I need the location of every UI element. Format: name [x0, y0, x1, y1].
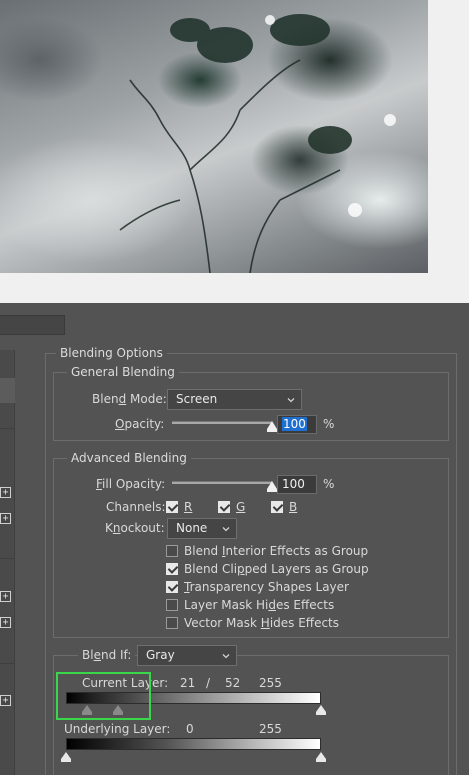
blend-if-label: Blend If: [78, 648, 136, 662]
advanced-option-checkbox[interactable] [166, 599, 178, 611]
add-effect-plus-icon[interactable]: + [0, 513, 11, 524]
blending-options-title: Blending Options [56, 346, 167, 360]
knockout-value: None [176, 521, 208, 535]
advanced-blending-title: Advanced Blending [67, 451, 191, 465]
add-effect-plus-icon[interactable]: + [0, 591, 11, 602]
chevron-down-icon [222, 527, 230, 532]
styles-list-divider [0, 558, 15, 559]
underlying-layer-gradient [66, 738, 321, 750]
advanced-option-label: Blend Interior Effects as Group [184, 544, 369, 558]
channel-g-label: G [236, 500, 246, 514]
opacity-label: Opacity: [115, 417, 165, 431]
underlying-layer-white-slider[interactable] [316, 752, 326, 762]
knockout-label: Knockout: [105, 521, 165, 535]
advanced-option-label: Layer Mask Hides Effects [184, 598, 335, 612]
fill-opacity-slider-track[interactable] [172, 481, 272, 484]
channels-label: Channels: [106, 500, 166, 514]
advanced-option-checkbox[interactable] [166, 581, 178, 593]
style-name-field[interactable] [0, 315, 65, 335]
knockout-dropdown[interactable]: None [167, 518, 237, 539]
styles-list-divider [0, 428, 15, 429]
channel-b-checkbox[interactable] [271, 501, 283, 513]
fill-opacity-slider-thumb[interactable] [267, 481, 277, 492]
blend-mode-dropdown[interactable]: Screen [167, 389, 302, 410]
fill-opacity-unit: % [323, 477, 335, 491]
underlying-layer-label: Underlying Layer: [64, 722, 171, 736]
add-effect-plus-icon[interactable]: + [0, 695, 11, 706]
underlying-layer-high-value: 255 [259, 722, 282, 736]
add-effect-plus-icon[interactable]: + [0, 617, 11, 628]
opacity-slider-thumb[interactable] [267, 421, 277, 432]
channel-b-label: B [289, 500, 298, 514]
blend-if-dropdown[interactable]: Gray [137, 645, 237, 666]
fill-opacity-label: Fill Opacity: [96, 477, 166, 491]
blend-mode-value: Screen [176, 392, 218, 406]
current-layer-white-slider[interactable] [316, 705, 326, 715]
chevron-down-icon [222, 654, 230, 659]
highlight-box [56, 672, 151, 720]
channel-r-checkbox[interactable] [166, 501, 178, 513]
advanced-option-checkbox[interactable] [166, 617, 178, 629]
channel-g-checkbox[interactable] [218, 501, 230, 513]
styles-list [0, 350, 15, 775]
blend-if-value: Gray [146, 648, 175, 662]
advanced-option-label: Vector Mask Hides Effects [184, 616, 339, 630]
styles-list-divider [0, 663, 15, 664]
document-image [0, 0, 428, 273]
current-layer-low-value: 21 [180, 676, 196, 690]
underlying-layer-black-slider[interactable] [61, 752, 71, 762]
chevron-down-icon [287, 398, 295, 403]
styles-list-selected-item[interactable] [0, 378, 15, 403]
opacity-slider-track[interactable] [172, 421, 272, 424]
opacity-input[interactable]: 100 [277, 415, 317, 434]
advanced-option-checkbox[interactable] [166, 545, 178, 557]
current-layer-separator: / [206, 676, 211, 690]
fill-opacity-input[interactable]: 100 [277, 475, 317, 494]
current-layer-mid-value: 52 [225, 676, 241, 690]
advanced-option-checkbox[interactable] [166, 563, 178, 575]
blend-mode-label: Blend Mode: [92, 392, 167, 406]
channel-r-label: R [184, 500, 193, 514]
opacity-unit: % [323, 417, 335, 431]
current-layer-high-value: 255 [259, 676, 282, 690]
advanced-option-label: Blend Clipped Layers as Group [184, 562, 369, 576]
advanced-option-label: Transparency Shapes Layer [184, 580, 349, 594]
underlying-layer-low-value: 0 [186, 722, 194, 736]
general-blending-title: General Blending [67, 365, 179, 379]
add-effect-plus-icon[interactable]: + [0, 487, 11, 498]
